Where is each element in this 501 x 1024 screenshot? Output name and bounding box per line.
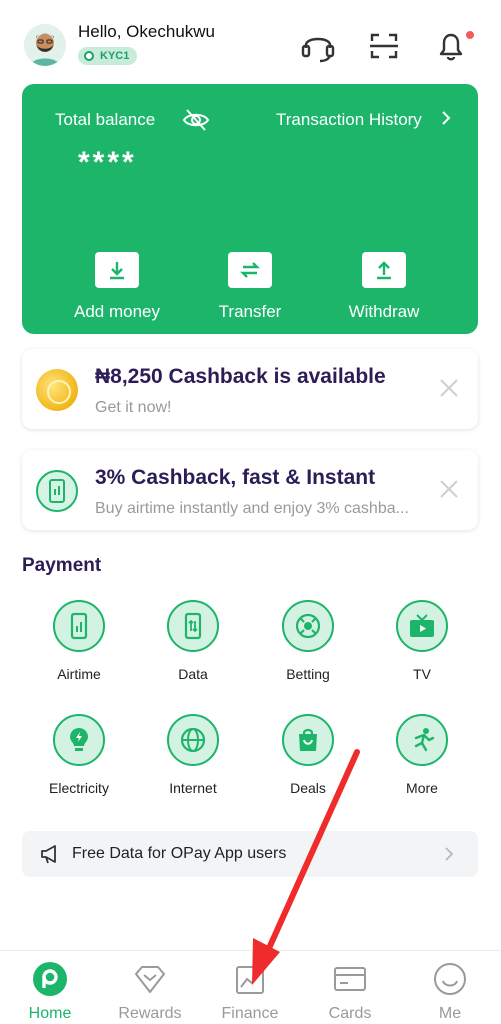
service-tv[interactable]: TV xyxy=(372,600,472,682)
betting-icon xyxy=(282,600,334,652)
transfer-button[interactable]: Transfer xyxy=(195,252,305,322)
scan-icon[interactable] xyxy=(364,26,404,66)
airtime-icon xyxy=(53,600,105,652)
close-icon[interactable] xyxy=(438,377,460,399)
promo-title: ₦8,250 Cashback is available xyxy=(95,365,386,388)
nav-me[interactable]: Me xyxy=(400,961,500,1023)
chevron-right-icon xyxy=(444,847,454,861)
promo-subtitle: Get it now! xyxy=(95,399,172,416)
megaphone-icon xyxy=(40,844,62,864)
download-icon xyxy=(95,252,139,288)
home-screen: Hello, Okechukwu KYC1 Total balance Tran… xyxy=(0,0,501,1024)
rewards-icon xyxy=(132,961,168,997)
deals-icon xyxy=(282,714,334,766)
nav-rewards[interactable]: Rewards xyxy=(100,961,200,1023)
service-deals[interactable]: Deals xyxy=(258,714,358,796)
greeting-text: Hello, Okechukwu xyxy=(78,22,216,41)
airtime-promo-card[interactable]: 3% Cashback, fast & Instant Buy airtime … xyxy=(22,450,478,530)
add-money-button[interactable]: Add money xyxy=(62,252,172,322)
me-icon xyxy=(432,961,468,997)
phone-icon xyxy=(36,470,78,512)
balance-card: Total balance Transaction History **** A… xyxy=(22,84,478,334)
upload-icon xyxy=(362,252,406,288)
hide-balance-icon[interactable] xyxy=(182,108,210,132)
add-money-label: Add money xyxy=(74,302,160,321)
nav-finance[interactable]: Finance xyxy=(200,961,300,1023)
promo-title: 3% Cashback, fast & Instant xyxy=(95,466,376,489)
nav-label: Finance xyxy=(221,1005,279,1022)
data-icon xyxy=(167,600,219,652)
internet-icon xyxy=(167,714,219,766)
service-betting[interactable]: Betting xyxy=(258,600,358,682)
more-icon xyxy=(396,714,448,766)
electricity-icon xyxy=(53,714,105,766)
banner-text: Free Data for OPay App users xyxy=(72,845,287,862)
withdraw-label: Withdraw xyxy=(348,302,420,321)
close-icon[interactable] xyxy=(438,478,460,500)
chevron-right-icon[interactable] xyxy=(440,110,452,126)
service-internet[interactable]: Internet xyxy=(143,714,243,796)
header: Hello, Okechukwu KYC1 xyxy=(0,0,501,84)
service-more[interactable]: More xyxy=(372,714,472,796)
transfer-icon xyxy=(228,252,272,288)
kyc-badge[interactable]: KYC1 xyxy=(78,47,138,65)
service-label: Electricity xyxy=(49,780,109,796)
tv-icon xyxy=(396,600,448,652)
bottom-navigation: Home Rewards Finance Cards Me xyxy=(0,950,501,1024)
nav-home[interactable]: Home xyxy=(0,961,100,1023)
service-label: Data xyxy=(178,666,208,682)
finance-icon xyxy=(232,961,268,997)
nav-label: Rewards xyxy=(118,1005,182,1022)
payment-section-title: Payment xyxy=(22,555,102,576)
nav-cards[interactable]: Cards xyxy=(300,961,400,1023)
transfer-label: Transfer xyxy=(218,302,282,321)
service-data[interactable]: Data xyxy=(143,600,243,682)
transaction-history-link[interactable]: Transaction History xyxy=(276,110,422,130)
balance-label: Total balance xyxy=(55,110,156,129)
nav-label: Cards xyxy=(328,1005,372,1022)
nav-label: Me xyxy=(438,1005,462,1022)
service-label: TV xyxy=(413,666,431,682)
balance-value: **** xyxy=(78,146,137,179)
cards-icon xyxy=(332,961,368,997)
service-label: Deals xyxy=(290,780,326,796)
service-airtime[interactable]: Airtime xyxy=(29,600,129,682)
service-label: Airtime xyxy=(57,666,101,682)
service-label: Internet xyxy=(169,780,217,796)
service-label: More xyxy=(406,780,438,796)
free-data-banner[interactable]: Free Data for OPay App users xyxy=(22,831,478,877)
withdraw-button[interactable]: Withdraw xyxy=(329,252,439,322)
promo-subtitle: Buy airtime instantly and enjoy 3% cashb… xyxy=(95,500,409,517)
cashback-promo-card[interactable]: ₦8,250 Cashback is available Get it now! xyxy=(22,349,478,429)
service-electricity[interactable]: Electricity xyxy=(29,714,129,796)
headset-icon[interactable] xyxy=(298,26,338,66)
notification-dot xyxy=(464,29,476,41)
nav-label: Home xyxy=(28,1005,72,1022)
home-icon xyxy=(32,961,68,997)
service-label: Betting xyxy=(286,666,330,682)
avatar[interactable] xyxy=(24,24,66,66)
coin-icon xyxy=(36,369,78,411)
